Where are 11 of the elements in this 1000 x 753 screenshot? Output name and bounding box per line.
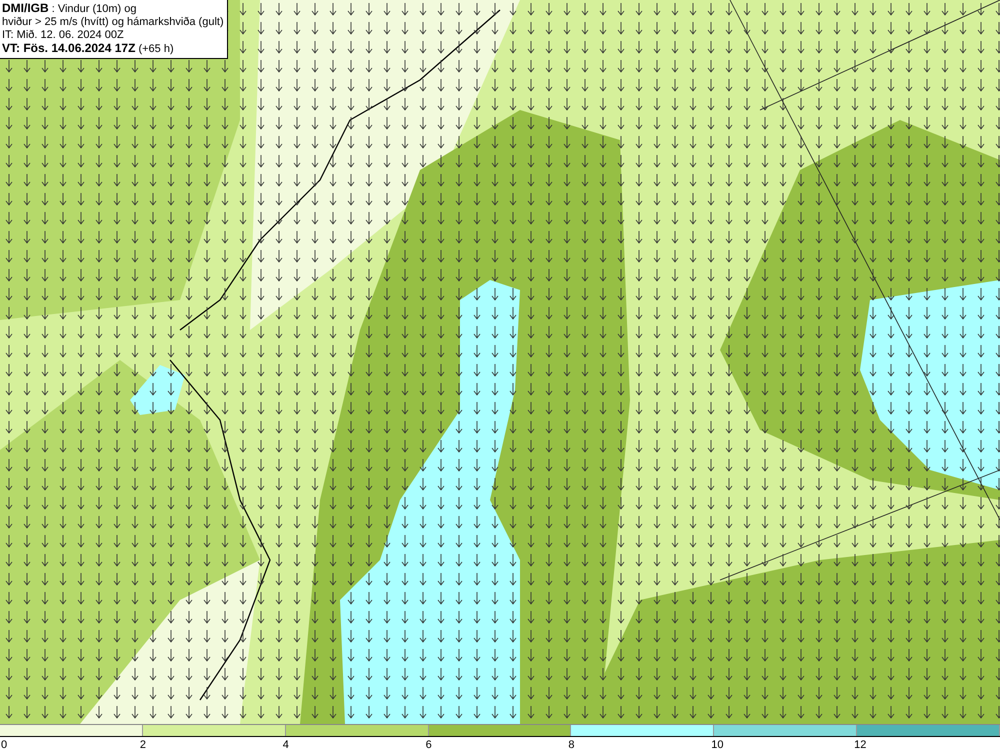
scale-label: 2 xyxy=(140,738,146,753)
scale-label: 12 xyxy=(854,738,866,753)
title-line: VT: Fös. 14.06.2024 17Z (+65 h) xyxy=(2,42,175,56)
title-line: IT: Mið. 12. 06. 2024 00Z xyxy=(2,29,125,42)
title-line: hviður > 25 m/s (hvítt) og hámarkshviða (gult) xyxy=(2,16,224,29)
scale-label: 4 xyxy=(282,738,289,753)
scale-label: 6 xyxy=(426,738,432,753)
title-line: DMI/IGB : Vindur (10m) og xyxy=(2,2,138,16)
scale-label: 10 xyxy=(711,738,724,753)
scale-label: 0 xyxy=(1,738,8,753)
scale-label: 8 xyxy=(568,738,575,753)
